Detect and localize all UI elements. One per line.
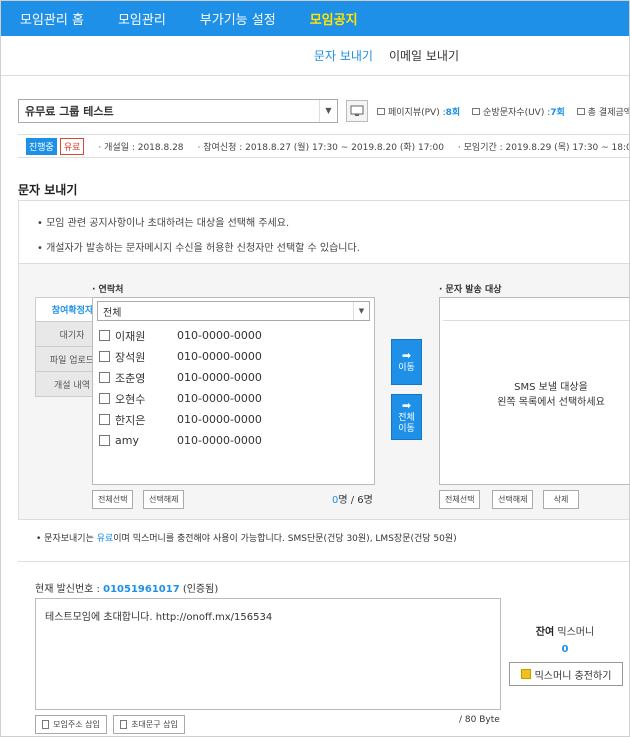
group-select-row: 유무료 그룹 테스트 ▼ [18,98,368,123]
list-item[interactable]: 이재원 010-0000-0000 [99,325,374,346]
list-item[interactable]: amy 010-0000-0000 [99,430,374,451]
list-item[interactable]: 조춘영 010-0000-0000 [99,367,374,388]
contacts-deselect-button[interactable]: 선택해제 [143,490,185,509]
contacts-label: · 연락처 [92,285,124,295]
sms-targets-box: SMS 보낼 대상을 왼쪽 목록에서 선택하세요 [439,297,629,485]
selected-count: 0명 / 6명 [332,495,373,506]
nav-addon-settings[interactable]: 부가기능 설정 [183,9,293,28]
nav-notice[interactable]: 모임공지 [293,9,375,28]
stats-bar: 페이지뷰(PV) : 8회 순방문자수(UV) : 7회 총 결제금액 : 0원 [377,105,629,118]
move-all-button[interactable]: ➡ 전체 이동 [391,394,422,440]
divider [18,561,629,562]
pageview-icon [377,108,385,115]
contact-filter-select[interactable]: 전체 ▼ [97,301,370,321]
visitor-icon [472,108,481,115]
status-badge: 진행중 [26,137,57,155]
list-item[interactable]: 장석원 010-0000-0000 [99,346,374,367]
monitor-icon[interactable] [346,99,368,122]
meeting-period: · 모임기간 : 2019.8.29 (목) 17:30 ~ 18:00 [457,142,630,153]
targets-deselect-button[interactable]: 선택해제 [492,490,534,509]
checkbox[interactable] [99,393,110,404]
list-item[interactable]: 오현수 010-0000-0000 [99,388,374,409]
insert-invite-button[interactable]: 초대문구 삽입 [113,715,185,734]
checkbox[interactable] [99,330,110,341]
checkbox[interactable] [99,414,110,425]
chevron-down-icon: ▼ [353,302,369,320]
checkbox[interactable] [99,435,110,446]
tab-sms[interactable]: 문자 보내기 [314,47,373,64]
payment-icon [576,108,585,115]
mixmoney-balance: 잔여 믹스머니 0 [535,627,595,655]
notice-line: • 모임 관련 공지사항이나 초대하려는 대상을 선택해 주세요. [37,218,290,229]
sub-nav: 문자 보내기 이메일 보내기 [1,36,629,76]
targets-select-all-button[interactable]: 전체선택 [439,490,481,509]
apply-period: · 참여신청 : 2018.8.27 (월) 17:30 ~ 2019.8.20… [197,142,444,153]
document-icon [42,720,50,729]
targets-empty-message: SMS 보낼 대상을 왼쪽 목록에서 선택하세요 [497,382,605,408]
insert-address-button[interactable]: 모임주소 삽입 [35,715,107,734]
charge-mixmoney-button[interactable]: 믹스머니 충전하기 [509,662,623,686]
tab-email[interactable]: 이메일 보내기 [389,47,459,64]
group-select[interactable]: 유무료 그룹 테스트 ▼ [18,98,338,123]
page-frame: 모임관리 홈 모임관리 부가기능 설정 모임공지 문자 보내기 이메일 보내기 … [0,0,630,737]
contacts-list-box: 전체 ▼ 이재원 010-0000-0000 장석원 010-0000-0000 조… [92,297,375,485]
notice-line: • 개설자가 발송하는 문자메시지 수신을 허용한 신청자만 선택할 수 있습니… [37,243,360,254]
arrow-right-icon: ➡ [401,349,412,362]
document-icon [120,720,128,729]
message-textarea[interactable]: 테스트모임에 초대합니다. http://onoff.mx/156534 [35,598,501,710]
contacts-select-all-button[interactable]: 전체선택 [92,490,134,509]
group-select-value: 유무료 그룹 테스트 [25,104,114,118]
notice-box: • 모임 관련 공지사항이나 초대하려는 대상을 선택해 주세요. • 개설자가… [18,200,629,264]
stat-total-payment: 총 결제금액 : 0원 [576,105,629,118]
recipient-panel: 참여확정자 대기자 파일 업로드 개설 내역 · 연락처 전체 ▼ 이재원 010… [18,264,629,520]
targets-delete-button[interactable]: 삭제 [543,490,579,509]
top-nav: 모임관리 홈 모임관리 부가기능 설정 모임공지 [1,1,629,36]
open-date: · 개설일 : 2018.8.28 [98,142,184,153]
paid-badge: 유료 [59,137,85,155]
sender-number: 현재 발신번호 : 01051961017 (인증됨) [35,584,219,595]
stat-unique-visitors: 순방문자수(UV) : 7회 [472,105,565,118]
nav-home[interactable]: 모임관리 홈 [1,9,101,28]
contact-list: 이재원 010-0000-0000 장석원 010-0000-0000 조춘영 010… [99,325,374,451]
checkbox[interactable] [99,372,110,383]
move-button[interactable]: ➡ 이동 [391,339,422,385]
nav-manage[interactable]: 모임관리 [101,9,183,28]
section-title: 문자 보내기 [18,183,78,197]
arrow-right-icon: ➡ [401,398,412,412]
meeting-info-strip: 진행중 유료 · 개설일 : 2018.8.28 · 참여신청 : 2018.8… [18,134,630,158]
checkbox[interactable] [99,351,110,362]
targets-label: · 문자 발송 대상 [439,285,502,295]
coin-icon [520,669,531,679]
charge-notice: • 문자보내기는 유료이며 믹스머니를 충전해야 사용이 가능합니다. SMS단… [36,534,457,544]
chevron-down-icon: ▼ [319,99,337,122]
stat-pageview: 페이지뷰(PV) : 8회 [377,105,460,118]
list-item[interactable]: 한지은 010-0000-0000 [99,409,374,430]
byte-counter: / 80 Byte [459,715,500,725]
